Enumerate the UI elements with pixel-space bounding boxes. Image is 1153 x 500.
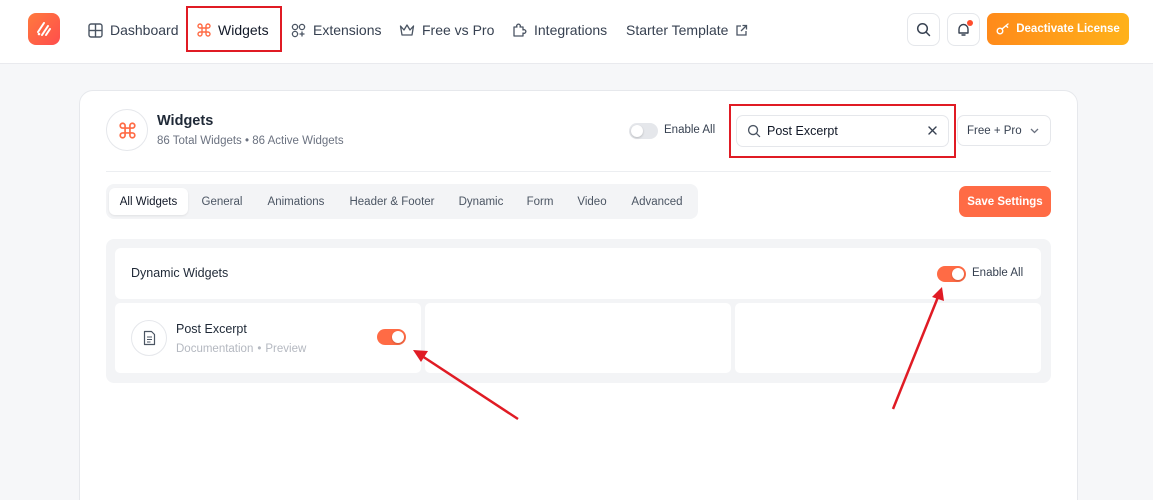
toggle-knob bbox=[392, 331, 404, 343]
toggle-knob bbox=[952, 268, 964, 280]
nav-integrations-label: Integrations bbox=[534, 22, 608, 38]
header-enable-all-label: Enable All bbox=[664, 124, 716, 136]
page-title: Widgets bbox=[157, 113, 214, 129]
nav-extensions[interactable]: Extensions bbox=[291, 17, 381, 43]
tab-form[interactable]: Form bbox=[518, 188, 562, 215]
tab-header-footer[interactable]: Header & Footer bbox=[340, 188, 444, 215]
header-enable-all-toggle[interactable] bbox=[629, 123, 658, 139]
widget-card-empty bbox=[425, 303, 731, 373]
toggle-knob bbox=[631, 125, 643, 137]
widget-icon-badge bbox=[131, 320, 167, 356]
annotation-highlight-search bbox=[729, 104, 956, 158]
puzzle-icon bbox=[513, 23, 527, 37]
widget-name: Post Excerpt bbox=[176, 322, 247, 336]
section-enable-all-toggle[interactable] bbox=[937, 266, 966, 282]
logo-icon bbox=[37, 22, 51, 36]
widget-toggle-post-excerpt[interactable] bbox=[377, 329, 406, 345]
header-divider bbox=[106, 171, 1051, 172]
preview-link[interactable]: Preview bbox=[265, 343, 306, 355]
external-link-icon bbox=[736, 24, 748, 36]
nav-free-vs-pro-label: Free vs Pro bbox=[422, 22, 495, 38]
widgets-header-icon-badge bbox=[106, 109, 148, 151]
tab-all-widgets[interactable]: All Widgets bbox=[109, 188, 188, 215]
deactivate-license-label: Deactivate License bbox=[1016, 23, 1120, 35]
document-icon bbox=[143, 330, 155, 346]
top-navigation-bar: Dashboard Widgets Extensions Free vs Pro… bbox=[0, 0, 1153, 64]
extensions-icon bbox=[291, 23, 306, 37]
deactivate-license-button[interactable]: Deactivate License bbox=[987, 13, 1129, 45]
tab-dynamic[interactable]: Dynamic bbox=[448, 188, 514, 215]
search-icon bbox=[916, 22, 931, 37]
crown-icon bbox=[399, 24, 415, 36]
app-logo[interactable] bbox=[28, 13, 60, 45]
notification-dot bbox=[967, 20, 973, 26]
nav-free-vs-pro[interactable]: Free vs Pro bbox=[399, 17, 494, 43]
key-icon bbox=[996, 23, 1009, 35]
command-icon bbox=[118, 121, 136, 139]
widget-card-empty bbox=[735, 303, 1041, 373]
nav-starter-template[interactable]: Starter Template bbox=[626, 17, 748, 43]
save-settings-button[interactable]: Save Settings bbox=[959, 186, 1051, 217]
notifications-button[interactable] bbox=[947, 13, 980, 46]
plan-filter-value: Free + Pro bbox=[967, 124, 1022, 137]
grid-icon bbox=[88, 22, 103, 38]
section-header bbox=[115, 248, 1041, 299]
nav-starter-template-label: Starter Template bbox=[626, 22, 729, 38]
tab-animations[interactable]: Animations bbox=[256, 188, 336, 215]
chevron-down-icon bbox=[1030, 128, 1039, 133]
plan-filter-select[interactable]: Free + Pro bbox=[957, 115, 1051, 146]
tab-advanced[interactable]: Advanced bbox=[622, 188, 692, 215]
section-title: Dynamic Widgets bbox=[131, 266, 229, 280]
nav-extensions-label: Extensions bbox=[313, 22, 382, 38]
widgets-count-summary: 86 Total Widgets • 86 Active Widgets bbox=[157, 135, 344, 147]
nav-integrations[interactable]: Integrations bbox=[512, 17, 607, 43]
documentation-link[interactable]: Documentation bbox=[176, 343, 253, 355]
section-enable-all-label: Enable All bbox=[972, 267, 1024, 279]
link-separator: • bbox=[257, 343, 262, 355]
widget-links: Documentation • Preview bbox=[176, 343, 306, 355]
tab-video[interactable]: Video bbox=[566, 188, 618, 215]
annotation-highlight-widgets-nav bbox=[186, 6, 282, 52]
tab-general[interactable]: General bbox=[192, 188, 252, 215]
nav-dashboard[interactable]: Dashboard bbox=[88, 17, 179, 43]
nav-dashboard-label: Dashboard bbox=[110, 22, 179, 38]
search-button[interactable] bbox=[907, 13, 940, 46]
category-tabs: All Widgets General Animations Header & … bbox=[106, 184, 698, 219]
